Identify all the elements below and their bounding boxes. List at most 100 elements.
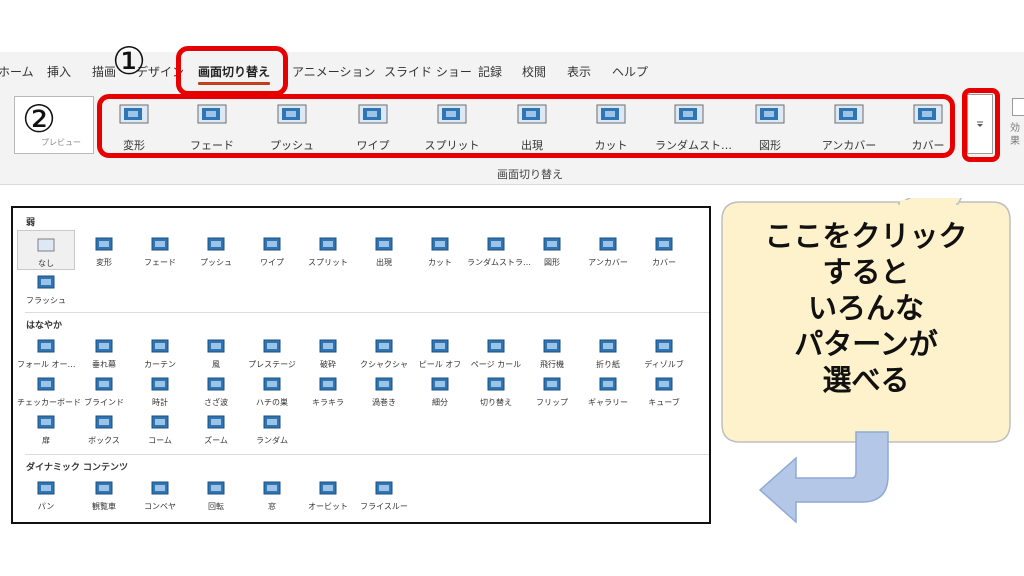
tab-insert[interactable]: 挿入 [47,63,71,80]
gallery-panel-item[interactable]: カバー [635,230,693,270]
transition-thumbnail-icon [375,339,393,353]
gallery-panel-item[interactable]: カーテン [131,332,189,372]
transition-thumbnail-icon [319,481,337,495]
gallery-panel-item[interactable]: アンカバー [579,230,637,270]
gallery-panel-item[interactable]: 扉 [17,408,75,448]
gallery-panel-item[interactable]: 時計 [131,370,189,410]
gallery-panel-item-label: ランダム [256,436,288,445]
gallery-panel-item[interactable]: ピール オフ [411,332,469,372]
gallery-panel-item[interactable]: キラキラ [299,370,357,410]
gallery-panel-item-label: 回転 [208,502,224,511]
gallery-panel-item[interactable]: 変形 [75,230,133,270]
gallery-panel-item[interactable]: 出現 [355,230,413,270]
gallery-panel-item-label: 破砕 [320,360,336,369]
gallery-panel-item-label: チェッカーボード [17,398,81,407]
tab-home[interactable]: ホーム [0,63,34,80]
gallery-panel-item[interactable]: パン [17,474,75,514]
tab-record[interactable]: 記録 [478,63,502,80]
gallery-panel-item[interactable]: なし [17,230,75,270]
gallery-panel-item[interactable]: 窓 [243,474,301,514]
gallery-panel-item[interactable]: フライスルー [355,474,413,514]
effect-options-label[interactable]: 効果のオプション [1010,122,1024,148]
transition-thumbnail-icon [375,377,393,391]
gallery-panel-item[interactable]: 破砕 [299,332,357,372]
transition-thumbnail-icon [151,237,169,251]
gallery-panel-item[interactable]: ブラインド [75,370,133,410]
gallery-panel-item[interactable]: フォール オー… [17,332,76,372]
gallery-panel-item[interactable]: 回転 [187,474,245,514]
gallery-panel-item[interactable]: ディゾルブ [635,332,693,372]
gallery-panel-item[interactable]: 風 [187,332,245,372]
highlight-more-button [962,88,1000,162]
step-1-marker: ① [112,39,147,83]
gallery-panel-item[interactable]: チェッカーボード [17,370,81,410]
gallery-panel-item-label: 垂れ幕 [92,360,116,369]
transition-thumbnail-icon [207,415,225,429]
gallery-panel-item[interactable]: プッシュ [187,230,245,270]
gallery-panel-item-label: ズーム [204,436,228,445]
gallery-panel-item[interactable]: ランダム [243,408,301,448]
highlight-transitions-tab [176,46,288,96]
gallery-panel-item[interactable]: フリップ [523,370,581,410]
gallery-panel-item[interactable]: さざ波 [187,370,245,410]
transition-thumbnail-icon [319,339,337,353]
gallery-panel-item-label: 出現 [376,258,392,267]
gallery-panel-item[interactable]: 細分 [411,370,469,410]
tab-animations[interactable]: アニメーション [292,63,376,80]
gallery-panel-item-label: コーム [148,436,172,445]
transition-thumbnail-icon [431,237,449,251]
transition-thumbnail-icon [599,339,617,353]
gallery-panel-item[interactable]: スプリット [299,230,357,270]
gallery-panel-item-label: ワイプ [260,258,284,267]
section-title-exciting: はなやか [26,321,63,331]
gallery-panel-item-label: スプリット [308,258,348,267]
gallery-panel-item[interactable]: ボックス [75,408,133,448]
gallery-panel-item[interactable]: コンベヤ [131,474,189,514]
transition-thumbnail-icon [263,377,281,391]
gallery-panel-item[interactable]: 切り替え [467,370,525,410]
gallery-panel-item[interactable]: 渦巻き [355,370,413,410]
gallery-panel-item[interactable]: ハチの巣 [243,370,301,410]
section-title-dynamic: ダイナミック コンテンツ [26,463,128,473]
tab-slideshow[interactable]: スライド ショー [384,63,472,80]
transition-thumbnail-icon [655,237,673,251]
gallery-panel-item-label: 変形 [96,258,112,267]
gallery-panel-item[interactable]: 図形 [523,230,581,270]
gallery-panel-item[interactable]: フェード [131,230,189,270]
gallery-panel-item[interactable]: 観覧車 [75,474,133,514]
gallery-panel-item[interactable]: プレステージ [243,332,301,372]
transition-thumbnail-icon [543,377,561,391]
transition-thumbnail-icon [263,339,281,353]
transition-thumbnail-icon [95,377,113,391]
gallery-panel-item-label: フェード [144,258,176,267]
gallery-panel-item-label: さざ波 [204,398,228,407]
gallery-panel-item[interactable]: 折り紙 [579,332,637,372]
gallery-panel-item-label: フォール オー… [17,360,76,369]
gallery-panel-item-label: ディゾルブ [644,360,684,369]
gallery-panel-item[interactable]: クシャクシャ [355,332,413,372]
gallery-panel-item-label: クシャクシャ [360,360,408,369]
gallery-panel-item[interactable]: ズーム [187,408,245,448]
gallery-panel-item[interactable]: コーム [131,408,189,448]
gallery-panel-item[interactable]: カット [411,230,469,270]
step-2-marker: ② [22,97,57,141]
gallery-panel-item-label: ギャラリー [588,398,628,407]
callout-line: ここをクリック [764,219,968,253]
gallery-panel-item[interactable]: ワイプ [243,230,301,270]
gallery-panel-item[interactable]: 垂れ幕 [75,332,133,372]
tab-view[interactable]: 表示 [567,63,591,80]
gallery-panel-item[interactable]: 飛行機 [523,332,581,372]
effect-options-icon[interactable] [1012,98,1024,116]
gallery-panel-item[interactable]: オービット [299,474,357,514]
transition-thumbnail-icon [95,415,113,429]
gallery-panel-item[interactable]: キューブ [635,370,693,410]
gallery-panel-item[interactable]: ギャラリー [579,370,637,410]
gallery-panel-item[interactable]: ページ カール [467,332,525,372]
tab-review[interactable]: 校閲 [522,63,546,80]
gallery-panel-item[interactable]: フラッシュ [17,268,75,308]
gallery-panel-item[interactable]: ランダムストラ… [467,230,531,270]
tab-help[interactable]: ヘルプ [612,63,648,80]
transition-thumbnail-icon [263,481,281,495]
transition-thumbnail-icon [655,377,673,391]
gallery-panel-item-label: カット [428,258,452,267]
